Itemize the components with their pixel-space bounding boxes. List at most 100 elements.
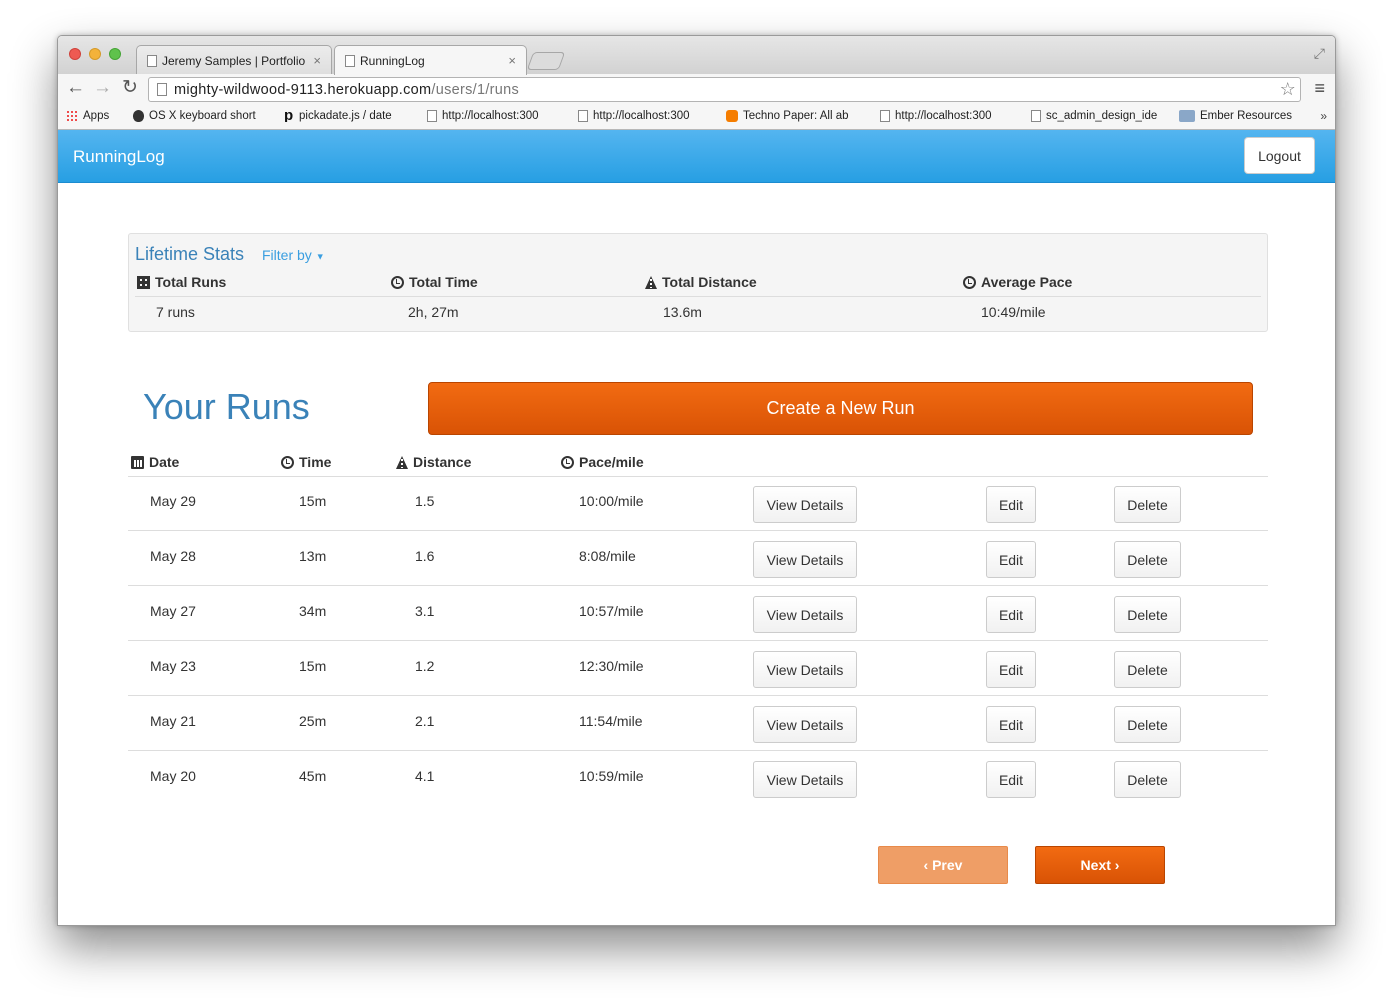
bookmark-sc-admin[interactable]: sc_admin_design_ide bbox=[1031, 110, 1165, 122]
run-pace: 11:54/mile bbox=[579, 713, 643, 729]
run-distance: 1.2 bbox=[415, 658, 435, 674]
menu-icon[interactable]: ≡ bbox=[1314, 78, 1325, 99]
edit-button[interactable]: Edit bbox=[986, 596, 1036, 633]
header-label: Distance bbox=[413, 454, 472, 470]
calendar-icon bbox=[131, 455, 144, 469]
bookmark-localhost-3[interactable]: http://localhost:300 bbox=[880, 110, 1014, 122]
apple-icon bbox=[133, 110, 144, 122]
tab-runninglog[interactable]: RunningLog × bbox=[334, 45, 527, 75]
bookmarks-overflow-icon[interactable]: » bbox=[1320, 109, 1327, 123]
delete-button[interactable]: Delete bbox=[1114, 651, 1181, 688]
forward-arrow-icon[interactable]: → bbox=[93, 77, 112, 99]
header-label: Total Runs bbox=[155, 274, 227, 290]
run-date: May 28 bbox=[150, 548, 196, 564]
run-time: 34m bbox=[299, 603, 327, 619]
value-average-pace: 10:49/mile bbox=[981, 304, 1046, 320]
delete-button[interactable]: Delete bbox=[1114, 761, 1181, 798]
header-label: Date bbox=[149, 454, 180, 470]
divider bbox=[135, 296, 1261, 297]
close-tab-icon[interactable]: × bbox=[508, 53, 516, 68]
bookmark-label: pickadate.js / date bbox=[299, 110, 392, 122]
back-arrow-icon[interactable]: ← bbox=[66, 77, 85, 99]
close-tab-icon[interactable]: × bbox=[313, 53, 321, 68]
next-page-button[interactable]: Next › bbox=[1035, 846, 1165, 884]
run-pace: 8:08/mile bbox=[579, 548, 636, 564]
view-details-button[interactable]: View Details bbox=[753, 761, 857, 798]
view-details-button[interactable]: View Details bbox=[753, 706, 857, 743]
run-distance: 2.1 bbox=[415, 713, 435, 729]
run-time: 15m bbox=[299, 493, 327, 509]
reload-icon[interactable]: ↻ bbox=[122, 77, 138, 99]
minimize-window-button[interactable] bbox=[89, 48, 101, 60]
table-row: May 20 45m 4.1 10:59/mile View Details E… bbox=[128, 751, 1268, 806]
bookmark-star-icon[interactable]: ☆ bbox=[1280, 79, 1296, 100]
bookmark-ember-resources[interactable]: Ember Resources bbox=[1179, 110, 1309, 122]
bookmark-localhost-1[interactable]: http://localhost:300 bbox=[427, 110, 561, 122]
edit-button[interactable]: Edit bbox=[986, 486, 1036, 523]
clock-icon bbox=[561, 455, 574, 469]
value-total-distance: 13.6m bbox=[663, 304, 702, 320]
delete-button[interactable]: Delete bbox=[1114, 706, 1181, 743]
view-details-button[interactable]: View Details bbox=[753, 541, 857, 578]
fullscreen-icon[interactable]: ⤢ bbox=[1314, 45, 1325, 62]
run-date: May 20 bbox=[150, 768, 196, 784]
header-label: Total Time bbox=[409, 274, 478, 290]
pickadate-icon: p bbox=[284, 110, 294, 122]
header-label: Total Distance bbox=[662, 274, 757, 290]
bookmark-label: Apps bbox=[83, 110, 110, 122]
tab-title: Jeremy Samples | Portfolio bbox=[162, 53, 306, 68]
address-bar[interactable]: mighty-wildwood-9113.herokuapp.com/users… bbox=[148, 77, 1301, 102]
edit-button[interactable]: Edit bbox=[986, 706, 1036, 743]
run-pace: 10:00/mile bbox=[579, 493, 644, 509]
view-details-button[interactable]: View Details bbox=[753, 651, 857, 688]
close-window-button[interactable] bbox=[69, 48, 81, 60]
filter-by-dropdown[interactable]: Filter by ▼ bbox=[262, 247, 325, 263]
prev-page-button[interactable]: ‹ Prev bbox=[878, 846, 1008, 884]
header-average-pace: Average Pace bbox=[963, 274, 1072, 290]
delete-button[interactable]: Delete bbox=[1114, 541, 1181, 578]
bookmark-label: http://localhost:300 bbox=[442, 110, 539, 122]
page-icon bbox=[147, 54, 157, 67]
table-row: May 28 13m 1.6 8:08/mile View Details Ed… bbox=[128, 531, 1268, 586]
run-date: May 21 bbox=[150, 713, 196, 729]
road-icon bbox=[396, 455, 408, 469]
header-label: Pace/mile bbox=[579, 454, 644, 470]
edit-button[interactable]: Edit bbox=[986, 761, 1036, 798]
new-tab-button[interactable] bbox=[526, 52, 566, 70]
view-details-button[interactable]: View Details bbox=[753, 596, 857, 633]
view-details-button[interactable]: View Details bbox=[753, 486, 857, 523]
header-total-time: Total Time bbox=[391, 274, 478, 290]
column-header-time: Time bbox=[281, 454, 331, 470]
create-new-run-button[interactable]: Create a New Run bbox=[428, 382, 1253, 435]
bookmark-techno-paper[interactable]: Techno Paper: All ab bbox=[726, 110, 863, 122]
table-row: May 29 15m 1.5 10:00/mile View Details E… bbox=[128, 476, 1268, 531]
bookmarks-bar: Apps OS X keyboard short p pickadate.js … bbox=[58, 104, 1335, 130]
delete-button[interactable]: Delete bbox=[1114, 486, 1181, 523]
bookmark-localhost-2[interactable]: http://localhost:300 bbox=[578, 110, 712, 122]
logout-button[interactable]: Logout bbox=[1244, 137, 1315, 174]
value-total-time: 2h, 27m bbox=[408, 304, 459, 320]
grid-icon bbox=[137, 275, 150, 289]
brand-link[interactable]: RunningLog bbox=[73, 147, 165, 167]
run-pace: 10:57/mile bbox=[579, 603, 644, 619]
bookmark-osx-keyboard[interactable]: OS X keyboard short bbox=[133, 110, 267, 122]
header-total-runs: Total Runs bbox=[137, 274, 226, 290]
run-pace: 10:59/mile bbox=[579, 768, 644, 784]
header-label: Time bbox=[299, 454, 332, 470]
bookmark-apps[interactable]: Apps bbox=[66, 110, 118, 122]
run-date: May 23 bbox=[150, 658, 196, 674]
edit-button[interactable]: Edit bbox=[986, 651, 1036, 688]
delete-button[interactable]: Delete bbox=[1114, 596, 1181, 633]
tab-portfolio[interactable]: Jeremy Samples | Portfolio × bbox=[136, 45, 332, 75]
bookmark-pickadate[interactable]: p pickadate.js / date bbox=[284, 110, 412, 122]
table-row: May 23 15m 1.2 12:30/mile View Details E… bbox=[128, 641, 1268, 696]
stats-title: Lifetime Stats bbox=[135, 244, 245, 264]
run-distance: 3.1 bbox=[415, 603, 435, 619]
zoom-window-button[interactable] bbox=[109, 48, 121, 60]
page-icon bbox=[345, 54, 355, 67]
page-icon bbox=[578, 110, 588, 122]
edit-button[interactable]: Edit bbox=[986, 541, 1036, 578]
header-total-distance: Total Distance bbox=[645, 274, 757, 290]
column-header-pace: Pace/mile bbox=[561, 454, 644, 470]
run-distance: 1.6 bbox=[415, 548, 435, 564]
